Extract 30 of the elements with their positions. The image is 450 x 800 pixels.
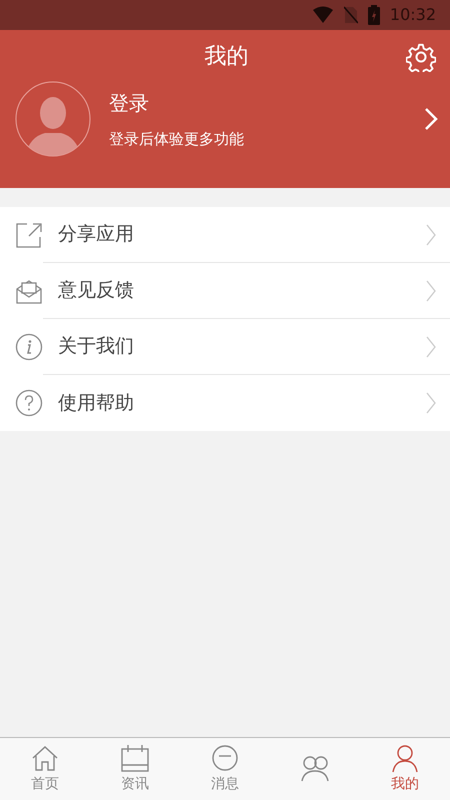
people-icon <box>300 754 330 784</box>
calendar-icon <box>120 744 150 774</box>
no-sim-icon <box>344 6 358 24</box>
person-icon <box>390 744 420 774</box>
page-title: 我的 <box>204 43 248 71</box>
menu-item[interactable]: 关于我们 <box>0 319 450 375</box>
nav-tab[interactable]: 消息 <box>180 738 270 800</box>
wifi-icon <box>312 6 334 24</box>
menu-item[interactable]: 意见反馈 <box>0 263 450 319</box>
chevron-right-icon <box>426 224 436 246</box>
info-icon <box>15 333 43 361</box>
clock-time: 10:32 <box>390 4 436 26</box>
chevron-right-icon <box>424 107 438 131</box>
chevron-right-icon <box>426 392 436 414</box>
chevron-right-icon <box>426 336 436 358</box>
chevron-right-icon <box>426 280 436 302</box>
avatar-icon <box>15 81 91 157</box>
battery-icon <box>368 5 380 25</box>
menu-item[interactable]: 分享应用 <box>0 207 450 263</box>
nav-tab[interactable]: 资讯 <box>90 738 180 800</box>
nav-tab[interactable]: 我的 <box>360 738 450 800</box>
nav-tab[interactable]: 首页 <box>0 738 90 800</box>
menu-item[interactable]: 使用帮助 <box>0 375 450 431</box>
help-icon <box>15 389 43 417</box>
share-icon <box>15 221 43 249</box>
settings-button[interactable] <box>406 42 436 72</box>
chat-icon <box>210 744 240 774</box>
login-hint: 登录后体验更多功能 <box>109 128 245 150</box>
home-icon <box>30 744 60 774</box>
login-link[interactable]: 登录 <box>109 88 424 118</box>
